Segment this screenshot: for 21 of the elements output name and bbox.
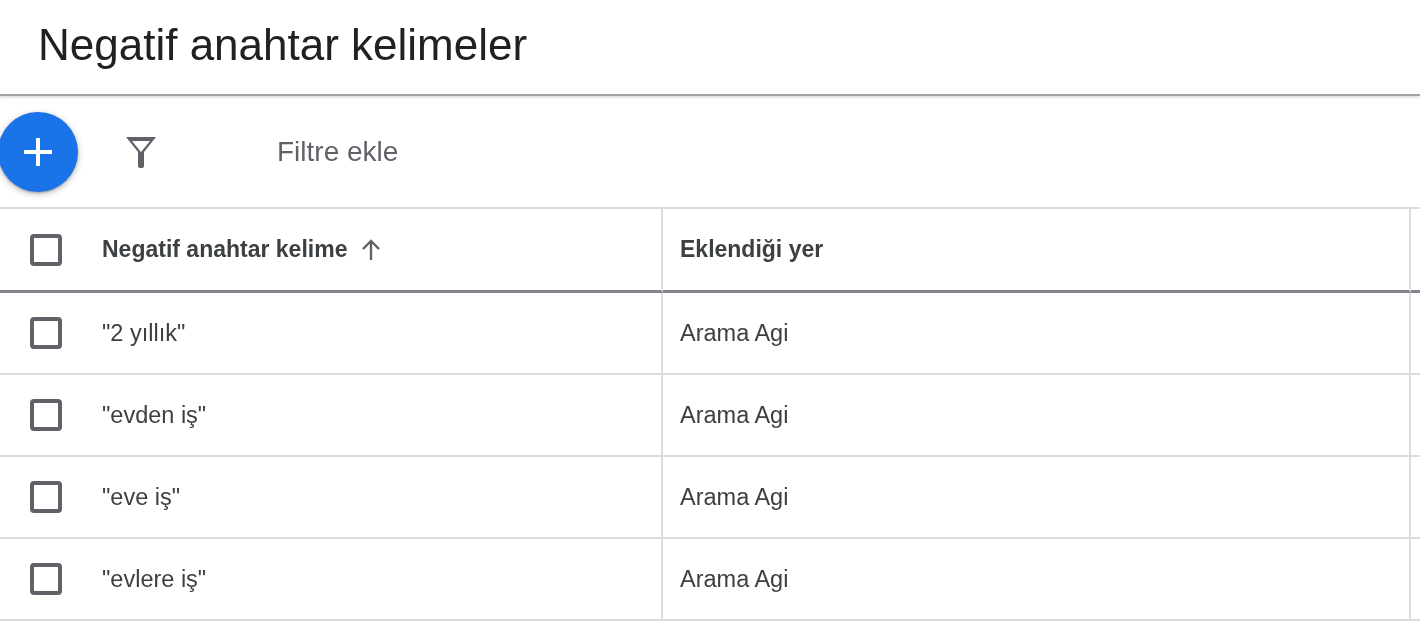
- added-to-cell: Arama Agi: [680, 401, 789, 429]
- add-button[interactable]: [0, 111, 78, 192]
- keyword-cell: "evden iş": [102, 401, 207, 429]
- keyword-cell: "eve iş": [102, 483, 181, 511]
- funnel-icon: [124, 134, 158, 169]
- row-checkbox[interactable]: [30, 481, 62, 513]
- row-checkbox[interactable]: [30, 399, 62, 431]
- added-to-cell: Arama Agi: [680, 483, 789, 511]
- added-to-cell: Arama Agi: [680, 319, 789, 347]
- keyword-cell: "evlere iş": [102, 565, 207, 593]
- plus-icon: [22, 135, 54, 168]
- row-checkbox[interactable]: [30, 563, 62, 595]
- keyword-cell: "2 yıllık": [102, 319, 186, 347]
- page-title: Negatif anahtar kelimeler: [38, 20, 528, 70]
- add-filter-button[interactable]: Filtre ekle: [277, 135, 399, 168]
- row-checkbox[interactable]: [30, 317, 62, 349]
- select-all-checkbox[interactable]: [30, 233, 62, 266]
- column-header[interactable]: Eklendiği yer: [680, 236, 824, 263]
- sort-up-arrow-icon: [361, 238, 382, 261]
- added-to-cell: Arama Agi: [680, 565, 789, 593]
- column-header[interactable]: Negatif anahtar kelime: [102, 236, 382, 263]
